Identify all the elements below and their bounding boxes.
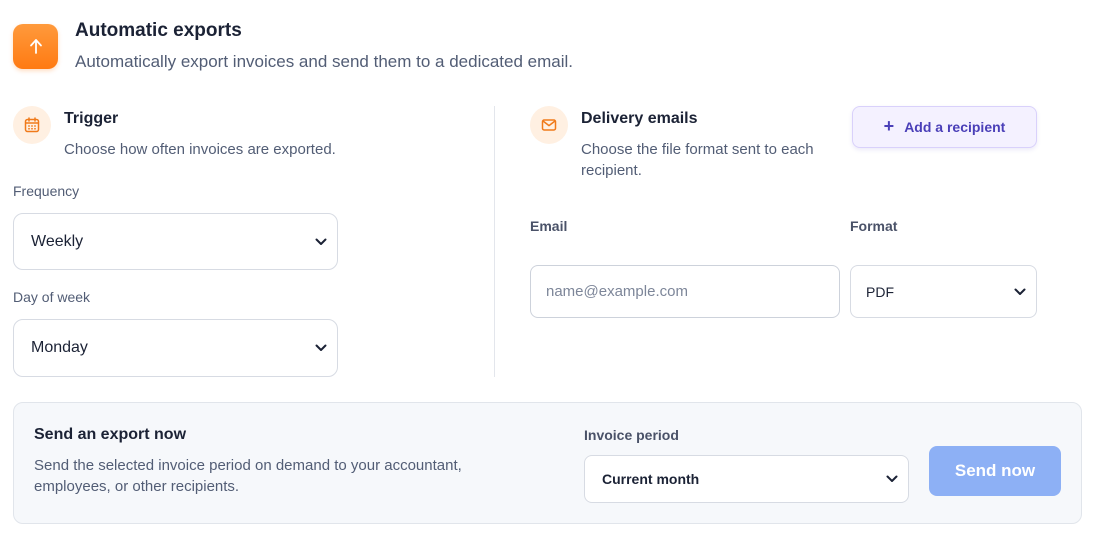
section-divider (494, 106, 495, 377)
send-export-description: Send the selected invoice period on dema… (34, 455, 462, 497)
chevron-down-icon (886, 475, 898, 482)
trigger-description: Choose how often invoices are exported. (64, 141, 336, 158)
trigger-icon-badge (13, 106, 51, 144)
format-label: Format (850, 218, 898, 234)
send-export-title: Send an export now (34, 426, 187, 443)
format-value: PDF (866, 283, 894, 300)
invoice-period-select[interactable]: Current month (584, 455, 909, 503)
email-field[interactable] (530, 265, 840, 318)
chevron-down-icon (1014, 288, 1026, 295)
delivery-description-line2: recipient. (581, 162, 642, 179)
send-export-description-line1: Send the selected invoice period on dema… (34, 457, 462, 474)
email-label: Email (530, 218, 568, 234)
frequency-value: Weekly (31, 232, 84, 250)
chevron-down-icon (315, 238, 327, 245)
trigger-title: Trigger (64, 110, 119, 127)
send-export-description-line2: employees, or other recipients. (34, 478, 240, 495)
day-of-week-label: Day of week (13, 289, 91, 305)
mail-icon (541, 119, 557, 131)
upload-arrow-icon (29, 38, 42, 54)
plus-icon: + (883, 116, 895, 136)
invoice-period-label: Invoice period (584, 427, 679, 443)
delivery-icon-badge (530, 106, 568, 144)
delivery-description: Choose the file format sent to each reci… (581, 139, 814, 181)
add-recipient-label: Add a recipient (904, 119, 1006, 135)
page-title: Automatic exports (75, 20, 242, 41)
frequency-select[interactable]: Weekly (13, 213, 338, 270)
day-of-week-value: Monday (31, 339, 88, 356)
automatic-exports-icon (13, 24, 58, 69)
calendar-icon (24, 117, 40, 133)
chevron-down-icon (315, 344, 327, 351)
delivery-description-line1: Choose the file format sent to each (581, 141, 814, 158)
day-of-week-select[interactable]: Monday (13, 319, 338, 377)
send-now-button[interactable]: Send now (929, 446, 1061, 496)
invoice-period-value: Current month (602, 471, 700, 487)
format-select[interactable]: PDF (850, 265, 1037, 318)
delivery-title: Delivery emails (581, 110, 698, 127)
page-subtitle: Automatically export invoices and send t… (75, 52, 573, 71)
frequency-label: Frequency (13, 183, 80, 199)
email-input[interactable] (546, 283, 839, 300)
add-recipient-button[interactable]: + Add a recipient (852, 106, 1037, 148)
